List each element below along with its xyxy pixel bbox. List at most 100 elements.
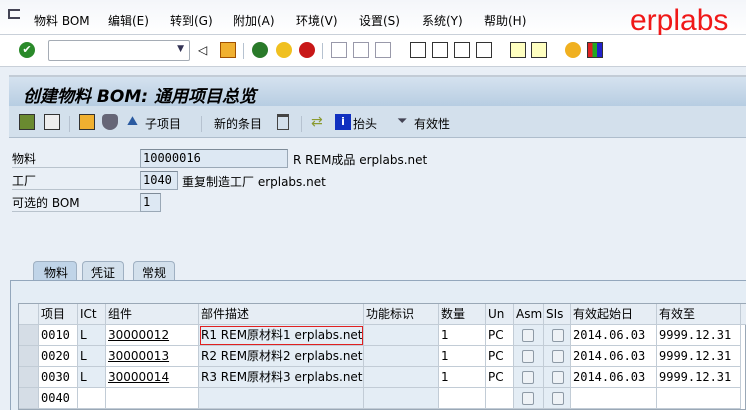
- column-header-asm[interactable]: Asm: [514, 304, 544, 325]
- cell-valid-from[interactable]: 2014.06.03: [571, 325, 657, 346]
- cell-valid-from[interactable]: 2014.06.03: [571, 367, 657, 388]
- menu-help[interactable]: 帮助(H): [484, 12, 526, 29]
- menu-goto[interactable]: 转到(G): [170, 12, 213, 29]
- column-header-component[interactable]: 组件: [106, 304, 199, 325]
- layout-menu-icon[interactable]: [587, 42, 603, 58]
- plant-field[interactable]: 1040: [140, 171, 178, 190]
- dropdown-arrow-icon[interactable]: ▼: [177, 44, 184, 54]
- hat-icon[interactable]: [102, 114, 118, 130]
- cell-unit[interactable]: PC: [486, 346, 514, 367]
- cell-description[interactable]: R2 REM原材料2 erplabs.net: [199, 346, 364, 367]
- material-field[interactable]: 10000016: [140, 149, 288, 168]
- validate-icon[interactable]: [19, 114, 35, 130]
- asm-checkbox[interactable]: [522, 350, 534, 363]
- new-session-icon[interactable]: [510, 42, 526, 58]
- cell-item[interactable]: 0010: [39, 325, 78, 346]
- cell-description[interactable]: R1 REM原材料1 erplabs.net: [199, 325, 364, 346]
- column-header-item[interactable]: 项目: [39, 304, 78, 325]
- column-header-ict[interactable]: ICt: [78, 304, 106, 325]
- cell-valid-to[interactable]: 9999.12.31: [657, 367, 741, 388]
- command-field[interactable]: ▼: [48, 40, 190, 61]
- cell-function[interactable]: [364, 346, 439, 367]
- list-icon[interactable]: [44, 114, 60, 130]
- save-icon[interactable]: [220, 42, 236, 58]
- trash-icon[interactable]: [277, 114, 289, 130]
- cell-function[interactable]: [364, 367, 439, 388]
- menu-material-bom[interactable]: 物料 BOM: [34, 12, 90, 29]
- cell-quantity[interactable]: 1: [439, 325, 486, 346]
- cell-quantity[interactable]: 1: [439, 346, 486, 367]
- cell-component[interactable]: 30000013: [106, 346, 199, 367]
- menu-environment[interactable]: 环境(V): [296, 12, 338, 29]
- column-header-more[interactable]: [741, 304, 746, 325]
- next-page-icon[interactable]: [454, 42, 470, 58]
- asm-checkbox[interactable]: [522, 329, 534, 342]
- tab-material[interactable]: 物料: [33, 261, 78, 280]
- cell-component[interactable]: [106, 388, 199, 409]
- cell-valid-to[interactable]: 9999.12.31: [657, 346, 741, 367]
- cell-description[interactable]: [199, 388, 364, 409]
- cell-quantity[interactable]: [439, 388, 486, 409]
- last-page-icon[interactable]: [476, 42, 492, 58]
- column-header-valid-from[interactable]: 有效起始日: [571, 304, 657, 325]
- find-next-icon[interactable]: [375, 42, 391, 58]
- validity-button[interactable]: 有效性: [414, 115, 450, 132]
- menu-extras[interactable]: 附加(A): [233, 12, 275, 29]
- cell-function[interactable]: [364, 325, 439, 346]
- row-selector[interactable]: [19, 388, 39, 409]
- find-icon[interactable]: [353, 42, 369, 58]
- cell-ict[interactable]: L: [78, 346, 106, 367]
- cell-item[interactable]: 0020: [39, 346, 78, 367]
- menu-icon[interactable]: [8, 9, 20, 19]
- back-icon[interactable]: [252, 42, 268, 58]
- asm-checkbox[interactable]: [522, 371, 534, 384]
- cancel-icon[interactable]: [299, 42, 315, 58]
- select-all-header[interactable]: [19, 304, 39, 325]
- column-header-function[interactable]: 功能标识: [364, 304, 439, 325]
- info-icon[interactable]: i: [335, 114, 351, 130]
- sis-checkbox[interactable]: [552, 329, 564, 342]
- cell-ict[interactable]: L: [78, 325, 106, 346]
- cell-function[interactable]: [364, 388, 439, 409]
- tab-general[interactable]: 常规: [133, 261, 176, 280]
- menu-edit[interactable]: 编辑(E): [108, 12, 149, 29]
- first-page-icon[interactable]: [410, 42, 426, 58]
- sis-checkbox[interactable]: [552, 392, 564, 405]
- cell-component[interactable]: 30000012: [106, 325, 199, 346]
- cell-valid-from[interactable]: 2014.06.03: [571, 346, 657, 367]
- column-header-quantity[interactable]: 数量: [439, 304, 486, 325]
- cell-unit[interactable]: PC: [486, 367, 514, 388]
- exchange-icon[interactable]: ⇄: [311, 114, 327, 130]
- cell-ict[interactable]: [78, 388, 106, 409]
- subitem-icon[interactable]: ⛰: [127, 114, 143, 130]
- sis-checkbox[interactable]: [552, 371, 564, 384]
- column-header-sis[interactable]: SIs: [544, 304, 571, 325]
- enter-check-icon[interactable]: ✔: [19, 42, 35, 58]
- menu-system[interactable]: 系统(Y): [422, 12, 463, 29]
- row-selector[interactable]: [19, 346, 39, 367]
- cell-item[interactable]: 0040: [39, 388, 78, 409]
- cell-description[interactable]: R3 REM原材料3 erplabs.net: [199, 367, 364, 388]
- cell-valid-to[interactable]: [657, 388, 741, 409]
- menu-settings[interactable]: 设置(S): [359, 12, 400, 29]
- cell-valid-from[interactable]: [571, 388, 657, 409]
- alt-bom-field[interactable]: 1: [140, 193, 161, 212]
- asm-checkbox[interactable]: [522, 392, 534, 405]
- column-header-unit[interactable]: Un: [486, 304, 514, 325]
- cell-unit[interactable]: PC: [486, 325, 514, 346]
- switch-icon[interactable]: [79, 114, 95, 130]
- print-icon[interactable]: [331, 42, 347, 58]
- row-selector[interactable]: [19, 325, 39, 346]
- column-header-description[interactable]: 部件描述: [199, 304, 364, 325]
- cell-item[interactable]: 0030: [39, 367, 78, 388]
- cell-unit[interactable]: [486, 388, 514, 409]
- sis-checkbox[interactable]: [552, 350, 564, 363]
- back-arrow-icon[interactable]: ◁: [198, 43, 214, 59]
- cell-quantity[interactable]: 1: [439, 367, 486, 388]
- header-button[interactable]: 抬头: [353, 115, 377, 132]
- row-selector[interactable]: [19, 367, 39, 388]
- filter-icon[interactable]: ⏷: [397, 114, 413, 130]
- cell-component[interactable]: 30000014: [106, 367, 199, 388]
- new-items-button[interactable]: 新的条目: [214, 115, 262, 132]
- subitem-button[interactable]: 子项目: [145, 115, 181, 132]
